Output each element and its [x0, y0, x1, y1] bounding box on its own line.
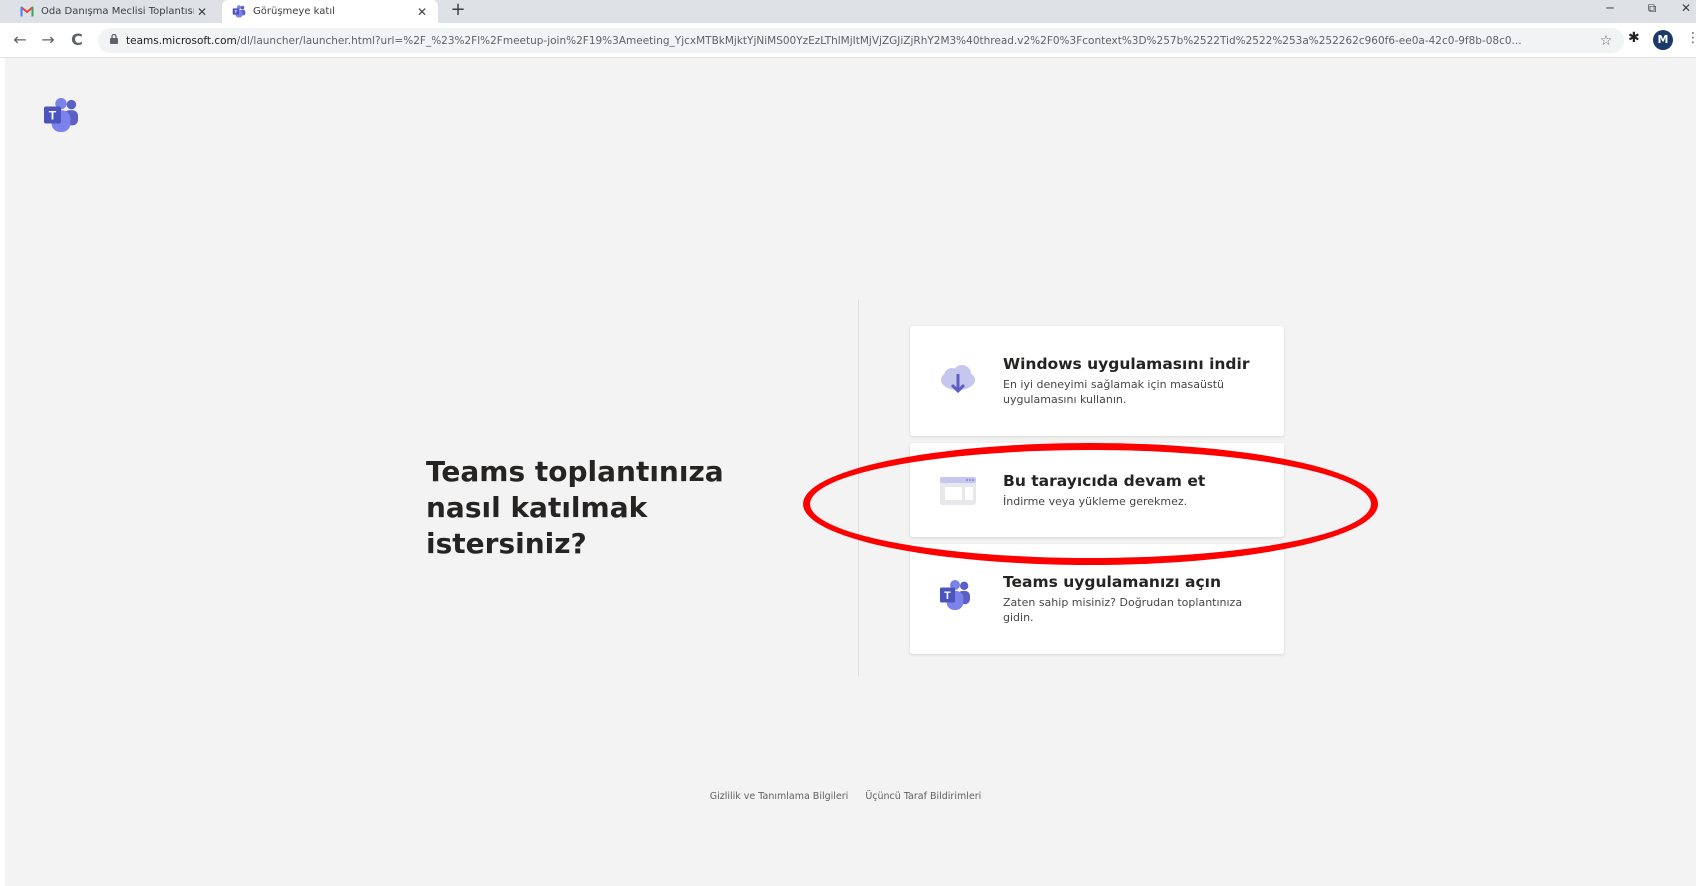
forward-button[interactable]: → [38, 30, 58, 50]
svg-text:T: T [49, 109, 57, 123]
download-windows-app-option[interactable]: Windows uygulamasını indir En iyi deneyi… [910, 326, 1284, 436]
privacy-link[interactable]: Gizlilik ve Tanımlama Bilgileri [710, 791, 849, 802]
browser-menu-icon[interactable]: ⋮ [1686, 30, 1696, 46]
url-domain: teams.microsoft.com [126, 34, 237, 47]
tab-title: Oda Danışma Meclisi Toplantısı ( [41, 6, 194, 17]
page-content: T Teams toplantınıza nasıl katılmak iste… [5, 58, 1696, 886]
option-title: Bu tarayıcıda devam et [1003, 472, 1206, 490]
option-title: Teams uygulamanızı açın [1003, 573, 1221, 591]
reload-button[interactable]: C [67, 30, 87, 50]
tab-title: Görüşmeye katıl [253, 6, 335, 17]
third-party-notices-link[interactable]: Üçüncü Taraf Bildirimleri [865, 791, 981, 802]
browser-window-icon [938, 475, 978, 511]
footer: Gizlilik ve Tanımlama Bilgileri Üçüncü T… [0, 791, 1691, 802]
teams-icon: T [232, 5, 246, 19]
open-teams-app-option[interactable]: T Teams uygulamanızı açın Zaten sahip mi… [910, 544, 1284, 654]
tab-strip: Oda Danışma Meclisi Toplantısı ( ✕ T Gör… [0, 0, 1696, 23]
window-close-button[interactable]: ✕ [1676, 0, 1696, 23]
profile-avatar[interactable]: M [1653, 30, 1673, 50]
lock-icon [110, 33, 118, 47]
tab-close-icon[interactable]: ✕ [414, 5, 430, 19]
url-text[interactable]: teams.microsoft.com/dl/launcher/launcher… [126, 35, 1588, 47]
new-tab-button[interactable]: + [448, 0, 468, 23]
teams-logo-icon: T [41, 98, 81, 132]
cloud-download-icon [938, 362, 978, 398]
bookmark-star-icon[interactable]: ☆ [1596, 33, 1616, 49]
continue-in-browser-option[interactable]: Bu tarayıcıda devam et İndirme veya yükl… [910, 443, 1284, 537]
page-question: Teams toplantınıza nasıl katılmak isters… [426, 455, 724, 560]
tab-close-icon[interactable]: ✕ [194, 5, 210, 19]
url-path: /dl/launcher/launcher.html?url=%2F_%23%2… [236, 34, 1522, 47]
minimize-button[interactable]: ─ [1600, 0, 1620, 23]
divider [858, 300, 859, 676]
svg-text:T: T [234, 9, 237, 14]
back-button[interactable]: ← [10, 30, 30, 50]
tab-gmail[interactable]: Oda Danışma Meclisi Toplantısı ( ✕ [0, 0, 218, 23]
restore-button[interactable]: ⧉ [1642, 0, 1662, 23]
option-description: Zaten sahip misiniz? Doğrudan toplantını… [1003, 596, 1243, 624]
tab-teams[interactable]: T Görüşmeye katıl ✕ [222, 0, 438, 23]
extensions-icon[interactable]: ✱ [1628, 30, 1640, 46]
option-title: Windows uygulamasını indir [1003, 355, 1250, 373]
option-description: İndirme veya yükleme gerekmez. [1003, 495, 1188, 508]
svg-text:T: T [944, 590, 951, 602]
option-description: En iyi deneyimi sağlamak için masaüstü u… [1003, 378, 1224, 406]
teams-icon: T [938, 580, 978, 616]
address-bar[interactable]: teams.microsoft.com/dl/launcher/launcher… [98, 28, 1624, 53]
browser-toolbar: ← → C teams.microsoft.com/dl/launcher/la… [0, 23, 1696, 58]
gmail-icon [20, 5, 34, 19]
